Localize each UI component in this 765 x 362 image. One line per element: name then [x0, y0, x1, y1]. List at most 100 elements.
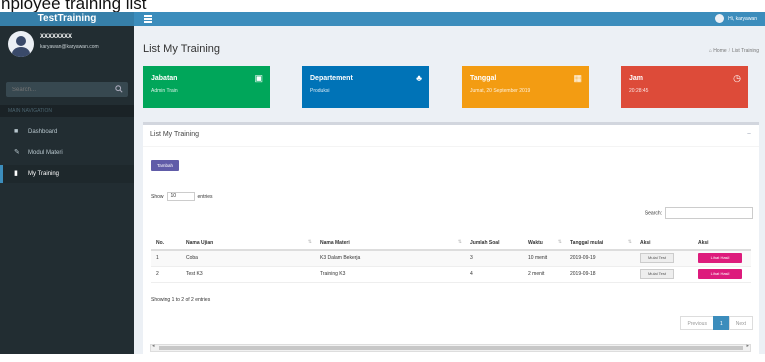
collapse-icon[interactable]: − [747, 131, 751, 138]
column-header[interactable]: Waktu ⇅ [523, 236, 565, 251]
breadcrumb-home[interactable]: Home [713, 48, 726, 54]
column-header[interactable]: Jumlah Soal [465, 236, 523, 251]
column-header[interactable]: No. [151, 236, 181, 251]
table-info: Showing 1 to 2 of 2 entries [151, 297, 211, 303]
book-icon: ▮ [14, 170, 18, 177]
sidebar-item-label: Modul Materi [28, 150, 63, 156]
home-icon: ⌂ [708, 48, 712, 54]
add-button[interactable]: Tambah [151, 160, 179, 171]
sidebar-item-label: Dashboard [28, 129, 58, 135]
column-header[interactable]: Tanggal mulai ⇅ [565, 236, 635, 251]
dashboard-icon: ■ [14, 128, 19, 135]
cell-action: Lihat Hasil [693, 250, 751, 267]
info-card-value: Produksi [310, 88, 330, 94]
scroll-left-icon[interactable]: ◂ [152, 343, 155, 349]
cell-no: 1 [151, 250, 181, 267]
user-name: XXXXXXXX [40, 34, 73, 40]
top-user-menu[interactable]: Hi, karyawan [715, 14, 757, 24]
user-panel: XXXXXXXX karyawan@karyawan.com [0, 26, 134, 64]
top-user-name: Hi, karyawan [728, 16, 757, 22]
info-card-label: Jabatan [151, 75, 178, 82]
pagination-previous[interactable]: Previous [680, 316, 714, 330]
show-prefix: Show [151, 193, 164, 200]
info-card-tanggal: Tanggal Jumat, 20 September 2019 ▦ [462, 66, 589, 108]
cell-waktu: 2 menit [523, 266, 565, 283]
cell-waktu: 10 menit [523, 250, 565, 267]
cell-materi: Training K3 [315, 266, 465, 283]
cell-ujian: Test K3 [181, 266, 315, 283]
info-card-jabatan: Jabatan Admin Train ▣ [143, 66, 270, 108]
cell-tanggal: 2019-09-18 [565, 266, 635, 283]
table-search-label: Search: [644, 210, 662, 217]
cell-materi: K3 Dalam Bekerja [315, 250, 465, 267]
view-result-button[interactable]: Lihat Hasil [698, 253, 742, 264]
pagination: Previous 1 Next [680, 316, 753, 330]
info-card-jam: Jam 20:28:45 ◷ [621, 66, 748, 108]
cell-tanggal: 2019-09-19 [565, 250, 635, 267]
scroll-right-icon[interactable]: ▸ [746, 343, 749, 349]
table-row: 1 Coba K3 Dalam Bekerja 3 10 menit 2019-… [151, 250, 751, 267]
box-title: List My Training [150, 131, 200, 138]
column-header[interactable]: Nama Ujian ⇅ [181, 236, 315, 251]
info-card-label: Tanggal [470, 75, 497, 82]
column-header[interactable]: Aksi [635, 236, 693, 251]
menu-toggle-icon[interactable] [144, 15, 152, 23]
cell-ujian: Coba [181, 250, 315, 267]
start-test-button[interactable]: Mulai Test [640, 269, 674, 279]
cell-no: 2 [151, 266, 181, 283]
column-header[interactable]: Nama Materi ⇅ [315, 236, 465, 251]
user-avatar-icon [715, 14, 725, 24]
start-test-button[interactable]: Mulai Test [640, 253, 674, 264]
show-suffix: entries [197, 193, 213, 200]
info-card-value: Jumat, 20 September 2019 [470, 88, 531, 94]
sidebar-search-input[interactable] [6, 82, 110, 97]
table-search-input[interactable] [665, 207, 753, 219]
sitemap-icon: ♣ [416, 73, 422, 83]
table-search: Search: [645, 207, 753, 219]
training-list-box: List My Training − Tambah Show 10 entries … [143, 122, 759, 362]
sidebar-search [6, 82, 128, 97]
column-header[interactable]: Aksi [693, 236, 751, 251]
view-result-button[interactable]: Lihat Hasil [698, 269, 742, 279]
cell-soal: 3 [465, 250, 523, 267]
cell-action: Lihat Hasil [693, 266, 751, 283]
entries-select[interactable]: 10 [166, 192, 195, 201]
info-card-value: 20:28:45 [629, 88, 649, 94]
app-window: TestTraining XXXXXXXX karyawan@karyawan.… [0, 12, 765, 362]
user-email: karyawan@karyawan.com [40, 44, 99, 50]
top-navbar: Hi, karyawan [134, 12, 765, 26]
pagination-page[interactable]: 1 [712, 316, 730, 330]
sidebar-item-dashboard[interactable]: ■ Dashboard [0, 123, 134, 141]
info-card-departement: Departement Produksi ♣ [302, 66, 429, 108]
sidebar-item-modul-materi[interactable]: ✎ Modul Materi [0, 144, 134, 162]
clock-icon: ◷ [733, 73, 741, 83]
brand-logo[interactable]: TestTraining [0, 12, 134, 26]
cell-soal: 4 [465, 266, 523, 283]
avatar [8, 31, 34, 57]
pagination-next[interactable]: Next [728, 316, 753, 330]
entries-length-control: Show 10 entries [151, 192, 213, 201]
page-title: List My Training [143, 43, 221, 55]
breadcrumb-current: List Training [732, 48, 759, 54]
pen-icon: ✎ [14, 149, 20, 156]
info-card-label: Departement [310, 75, 353, 82]
id-card-icon: ▣ [254, 73, 263, 83]
sidebar-item-my-training[interactable]: ▮ My Training [0, 165, 134, 183]
sidebar-item-label: My Training [28, 171, 60, 177]
scrollbar-thumb[interactable] [159, 346, 743, 350]
content-area: List My Training ⌂ Home / List Training Ja… [134, 26, 765, 362]
breadcrumb: ⌂ Home / List Training [708, 48, 759, 54]
info-card-value: Admin Train [151, 88, 178, 94]
search-icon[interactable] [115, 85, 123, 93]
info-card-label: Jam [629, 75, 644, 82]
sidebar: TestTraining XXXXXXXX karyawan@karyawan.… [0, 12, 134, 354]
training-table: No. Nama Ujian ⇅ Nama Materi ⇅ Jumlah Soal… [151, 236, 751, 283]
horizontal-scrollbar[interactable]: ◂ ▸ [150, 343, 751, 352]
table-row: 2 Test K3 Training K3 4 2 menit 2019-09-… [151, 266, 751, 283]
calendar-icon: ▦ [573, 73, 582, 83]
nav-header: MAIN NAVIGATION [0, 105, 134, 117]
cell-action: Mulai Test [635, 250, 693, 267]
box-divider [143, 146, 759, 147]
caption-text: nployee training list [1, 0, 147, 12]
caption-strip: nployee training list [0, 0, 765, 12]
